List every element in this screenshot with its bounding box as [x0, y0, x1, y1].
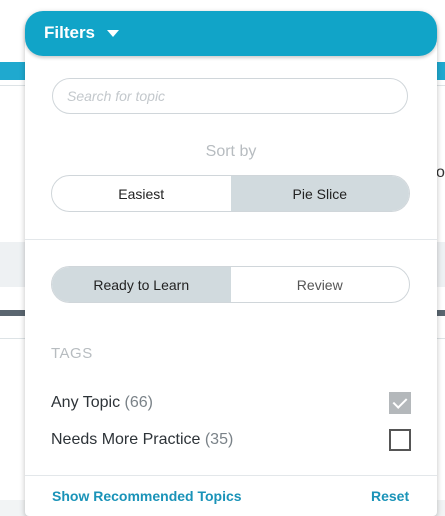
- show-recommended-topics-link[interactable]: Show Recommended Topics: [52, 488, 242, 504]
- mode-option-ready-to-learn[interactable]: Ready to Learn: [52, 267, 231, 302]
- tag-name: Any Topic: [51, 394, 121, 411]
- tags-heading: TAGS: [51, 345, 93, 362]
- filters-header-button[interactable]: Filters: [25, 11, 437, 56]
- tag-label: Needs More Practice (35): [51, 431, 233, 449]
- mode-option-review[interactable]: Review: [231, 267, 410, 302]
- tag-row-any-topic[interactable]: Any Topic (66): [51, 390, 411, 416]
- footer-divider: [25, 475, 437, 476]
- tag-count: (35): [204, 431, 234, 448]
- sort-segmented-control: Easiest Pie Slice: [51, 175, 410, 212]
- needs-more-practice-checkbox[interactable]: [389, 429, 411, 451]
- tag-name: Needs More Practice: [51, 431, 201, 448]
- sort-option-easiest[interactable]: Easiest: [52, 176, 231, 211]
- filters-title: Filters: [44, 23, 96, 42]
- sort-option-pie-slice[interactable]: Pie Slice: [230, 176, 409, 211]
- background-text-fragment: o: [436, 164, 445, 181]
- sort-by-section: Sort by: [25, 143, 437, 163]
- section-divider: [25, 239, 437, 240]
- sort-by-label: Sort by: [205, 143, 257, 160]
- search-input[interactable]: [52, 78, 408, 114]
- tag-row-needs-more-practice[interactable]: Needs More Practice (35): [51, 427, 411, 453]
- tag-count: (66): [124, 394, 153, 411]
- any-topic-checkbox[interactable]: [389, 392, 411, 414]
- tag-label: Any Topic (66): [51, 394, 153, 412]
- mode-segmented-control: Ready to Learn Review: [51, 266, 410, 303]
- reset-link[interactable]: Reset: [371, 488, 409, 504]
- caret-down-icon: [107, 30, 119, 37]
